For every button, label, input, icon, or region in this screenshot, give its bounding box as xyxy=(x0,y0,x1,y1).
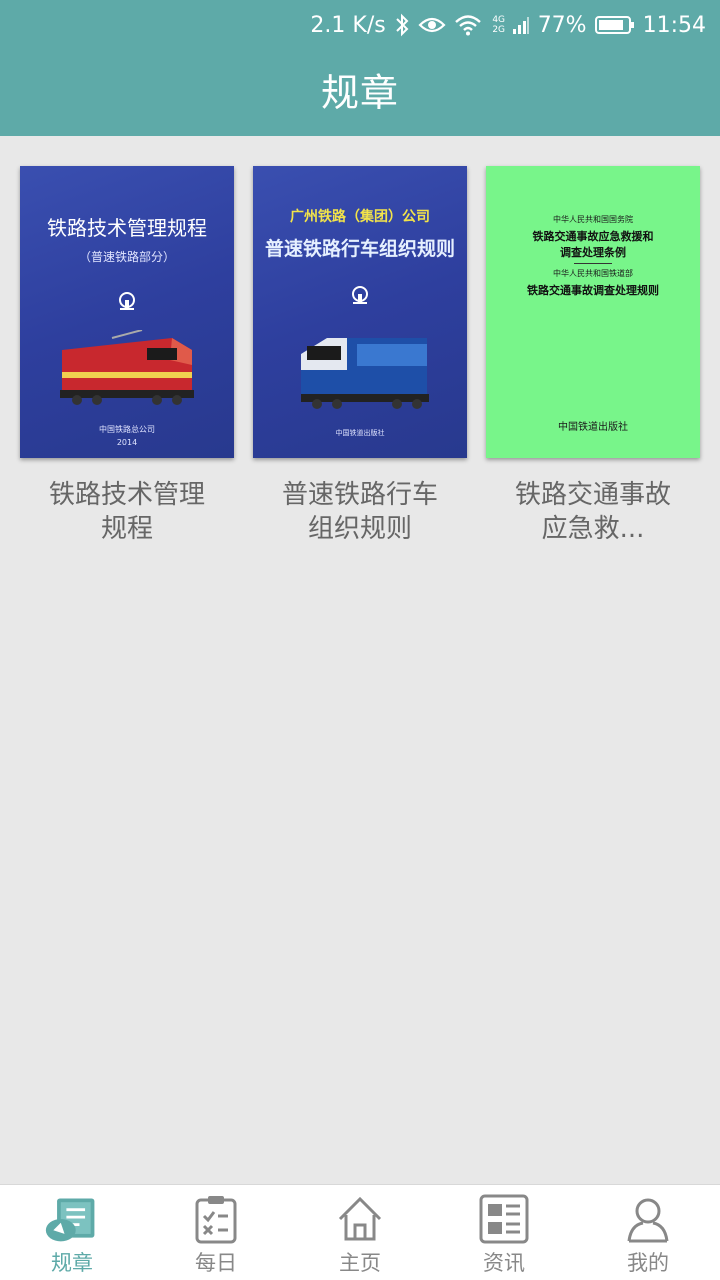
cover-line5: 铁路交通事故调查处理规则 xyxy=(527,284,659,297)
nav-item-mine[interactable]: 我的 xyxy=(576,1185,720,1280)
signal-icon: 4G 2G xyxy=(490,15,508,35)
page-title: 规章 xyxy=(320,71,399,115)
home-icon xyxy=(332,1193,388,1245)
book-cover[interactable]: 中华人民共和国国务院 铁路交通事故应急救援和 调查处理条例 中华人民共和国铁道部… xyxy=(486,166,700,458)
railway-logo-icon xyxy=(352,286,368,304)
network-type-label: 4G 2G xyxy=(492,15,506,35)
book-item[interactable]: 广州铁路（集团）公司 普速铁路行车组织规则 中国铁道出版社 普速铁路行车 组织规… xyxy=(253,166,467,546)
cover-divider xyxy=(574,263,612,264)
railway-logo-icon xyxy=(119,292,135,310)
nav-item-home[interactable]: 主页 xyxy=(288,1185,432,1280)
news-icon xyxy=(476,1193,532,1245)
battery-icon xyxy=(594,15,635,35)
nav-label-news: 资讯 xyxy=(483,1251,525,1275)
book-title-line2: 组织规则 xyxy=(307,514,412,544)
cover-publisher: 中国铁道出版社 xyxy=(335,429,385,437)
battery-percent: 77% xyxy=(537,12,587,38)
nav-item-daily[interactable]: 每日 xyxy=(144,1185,288,1280)
cover-publisher: 中国铁道出版社 xyxy=(558,422,628,433)
book-title[interactable]: 铁路交通事故 应急救... xyxy=(486,478,700,546)
cover-line3: 调查处理条例 xyxy=(560,246,626,259)
cover-subtitle: （普速铁路部分） xyxy=(78,250,175,264)
red-train-image xyxy=(60,330,194,405)
nav-label-daily: 每日 xyxy=(195,1251,237,1275)
bluetooth-icon xyxy=(394,13,410,37)
signal-bars-icon xyxy=(512,15,530,35)
cover-title: 普速铁路行车组织规则 xyxy=(264,238,455,260)
eye-icon xyxy=(418,15,446,35)
book-title-line2: 应急救... xyxy=(541,514,645,544)
network-speed: 2.1 K/s xyxy=(310,12,386,38)
cover-line4: 中华人民共和国铁道部 xyxy=(553,269,633,278)
status-bar: 2.1 K/s 4G 2G 77% 11:54 xyxy=(0,0,720,50)
nav-label-mine: 我的 xyxy=(627,1251,669,1275)
nav-label-rules: 规章 xyxy=(51,1251,93,1275)
bottom-nav: 规章 每日 主页 资讯 我的 xyxy=(0,1184,720,1280)
app-header: 2.1 K/s 4G 2G 77% 11:54 规章 xyxy=(0,0,720,136)
book-item[interactable]: 中华人民共和国国务院 铁路交通事故应急救援和 调查处理条例 中华人民共和国铁道部… xyxy=(486,166,700,546)
cover-title: 铁路技术管理规程 xyxy=(47,216,207,240)
wifi-icon xyxy=(454,14,482,36)
book-title-line1: 普速铁路行车 xyxy=(281,480,438,510)
nav-label-home: 主页 xyxy=(339,1251,381,1275)
book-title[interactable]: 普速铁路行车 组织规则 xyxy=(253,478,467,546)
cover-line2: 铁路交通事故应急救援和 xyxy=(532,230,654,243)
book-cover[interactable]: 铁路技术管理规程 （普速铁路部分） 中国铁路总公司 2014 xyxy=(20,166,234,458)
cover-subtitle: 广州铁路（集团）公司 xyxy=(290,209,430,225)
cover-publisher: 中国铁路总公司 xyxy=(99,425,155,434)
book-item[interactable]: 铁路技术管理规程 （普速铁路部分） 中国铁路总公司 2014 铁路技术管理 规程 xyxy=(20,166,234,546)
clock: 11:54 xyxy=(642,12,706,38)
book-icon xyxy=(44,1193,100,1245)
book-title-line2: 规程 xyxy=(100,514,153,544)
checklist-icon xyxy=(188,1193,244,1245)
user-icon xyxy=(620,1193,676,1245)
book-cover[interactable]: 广州铁路（集团）公司 普速铁路行车组织规则 中国铁道出版社 xyxy=(253,166,467,458)
cover-year: 2014 xyxy=(116,438,138,447)
nav-item-rules[interactable]: 规章 xyxy=(0,1185,144,1280)
cover-line1: 中华人民共和国国务院 xyxy=(553,215,633,224)
nav-item-news[interactable]: 资讯 xyxy=(432,1185,576,1280)
book-title-line1: 铁路技术管理 xyxy=(48,480,205,510)
blue-train-image xyxy=(301,338,429,409)
book-title[interactable]: 铁路技术管理 规程 xyxy=(20,478,234,546)
book-title-line1: 铁路交通事故 xyxy=(514,480,671,510)
